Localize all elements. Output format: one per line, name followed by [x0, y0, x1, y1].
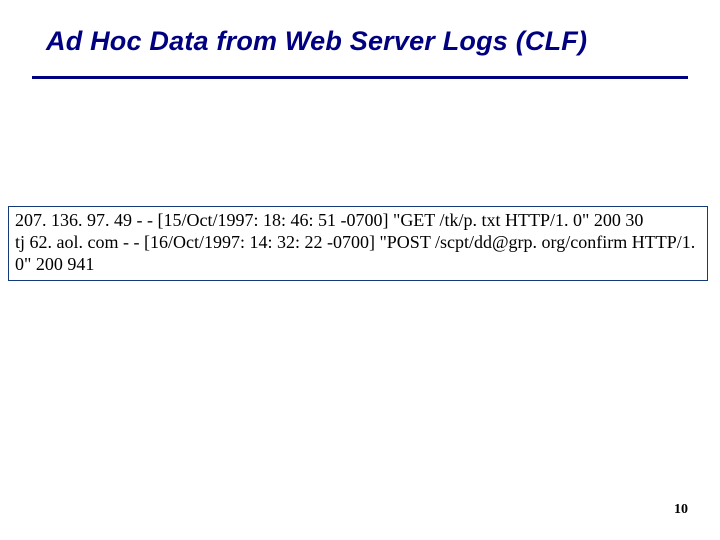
- title-underline: [32, 76, 688, 79]
- page-number: 10: [674, 502, 688, 518]
- slide: Ad Hoc Data from Web Server Logs (CLF) 2…: [0, 0, 720, 540]
- log-line-2: tj 62. aol. com - - [16/Oct/1997: 14: 32…: [15, 232, 701, 276]
- log-line-1: 207. 136. 97. 49 - - [15/Oct/1997: 18: 4…: [15, 210, 701, 232]
- log-box: 207. 136. 97. 49 - - [15/Oct/1997: 18: 4…: [8, 206, 708, 281]
- page-title: Ad Hoc Data from Web Server Logs (CLF): [46, 26, 698, 57]
